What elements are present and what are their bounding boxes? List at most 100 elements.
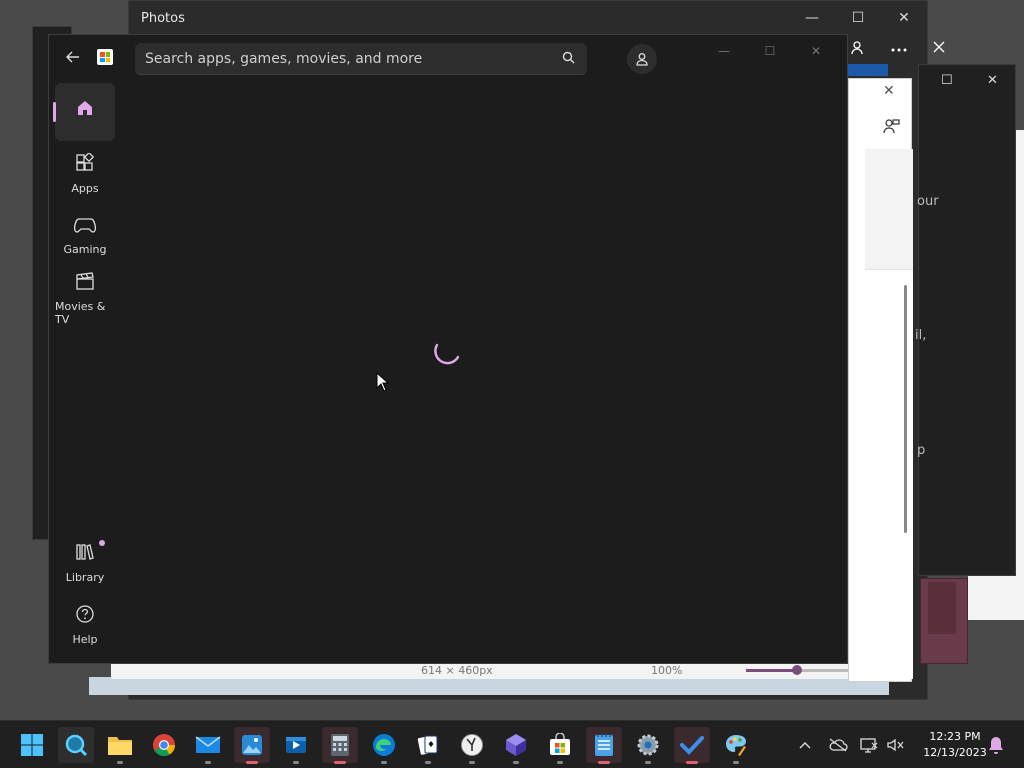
account-button[interactable] (627, 44, 657, 74)
maximize-icon[interactable]: ☐ (941, 73, 953, 88)
cards-icon (417, 735, 438, 755)
running-indicator (425, 761, 431, 764)
clock-time: 12:23 PM (929, 730, 981, 743)
zoom-level: 100% (651, 663, 683, 677)
running-indicator (293, 761, 299, 764)
taskbar-edge[interactable] (366, 727, 402, 764)
nav-movies[interactable]: Movies & TV (55, 269, 115, 327)
search-input[interactable]: Search apps, games, movies, and more (135, 43, 587, 75)
nav-movies-label: Movies & TV (55, 299, 106, 326)
search-icon[interactable] (562, 51, 575, 68)
taskbar-clock[interactable] (454, 727, 490, 764)
settings-icon[interactable] (883, 117, 901, 139)
person-icon[interactable] (850, 40, 866, 60)
running-indicator (513, 761, 519, 764)
nav-gaming[interactable]: Gaming (55, 207, 115, 265)
dialog-panel (865, 149, 913, 269)
running-indicator (246, 761, 258, 764)
running-indicator (598, 761, 610, 764)
taskbar-settings[interactable] (630, 727, 666, 764)
mail-icon (195, 736, 221, 753)
chrome-icon (153, 734, 175, 756)
photos-image-strip (89, 677, 889, 695)
scrollbar[interactable] (904, 285, 907, 533)
bell-icon (989, 737, 1003, 754)
gear-icon (637, 734, 659, 756)
minimize-button[interactable]: — (789, 1, 835, 35)
close-button[interactable]: ✕ (881, 1, 927, 35)
close-icon[interactable]: ✕ (987, 73, 998, 88)
home-icon (75, 98, 95, 123)
cloud-offline-icon (829, 738, 848, 752)
notepad-icon (595, 734, 613, 756)
cube-icon (506, 734, 526, 756)
search-icon (65, 734, 88, 757)
chevron-up-icon (799, 742, 811, 749)
taskbar-solitaire[interactable] (410, 727, 446, 764)
photos-icon (242, 735, 262, 755)
taskbar-search[interactable] (58, 727, 94, 763)
store-header: Search apps, games, movies, and more — ☐… (49, 35, 847, 83)
taskbar-todo[interactable] (674, 727, 710, 764)
person-icon (636, 53, 648, 66)
onedrive-button[interactable] (828, 721, 848, 768)
minimize-button[interactable]: — (701, 39, 747, 63)
image-dimensions: 614 × 460px (421, 663, 493, 677)
maximize-button[interactable]: ☐ (747, 39, 793, 63)
close-button[interactable]: ✕ (793, 39, 839, 63)
nav-apps[interactable]: Apps (55, 145, 115, 203)
more-icon[interactable] (890, 40, 908, 60)
update-badge (99, 540, 105, 546)
nav-help-label: Help (72, 633, 98, 646)
zoom-slider-knob[interactable] (792, 665, 802, 675)
running-indicator (117, 761, 123, 764)
desktop: Photos — ☐ ✕ 614 × 460px 100% + ☐ (0, 0, 1024, 720)
notifications-button[interactable] (988, 721, 1004, 768)
library-icon (75, 542, 95, 567)
store-logo-icon (97, 49, 113, 65)
back-button[interactable] (63, 47, 83, 67)
nav-home[interactable] (53, 83, 115, 141)
store-icon (550, 733, 570, 755)
running-indicator (334, 761, 346, 764)
network-icon (860, 738, 878, 753)
photos-window-controls: — ☐ ✕ (789, 1, 927, 35)
clock[interactable]: 12:23 PM 12/13/2023 (920, 729, 990, 761)
background-dialog[interactable]: ✕ (848, 78, 913, 682)
close-icon[interactable]: ✕ (883, 83, 895, 99)
close-icon[interactable] (932, 40, 946, 60)
show-hidden-icons-button[interactable] (798, 721, 812, 768)
nav-library-label: Library (65, 571, 105, 584)
volume-button[interactable] (886, 721, 904, 768)
windows-icon (21, 734, 43, 756)
check-icon (680, 736, 704, 755)
taskbar-file-explorer[interactable] (102, 727, 138, 764)
clock-date: 12/13/2023 (923, 746, 987, 759)
background-text-fragment: il, (915, 328, 927, 343)
maximize-button[interactable]: ☐ (835, 1, 881, 35)
taskbar-chrome[interactable] (146, 727, 182, 763)
nav-help[interactable]: Help (55, 596, 115, 654)
video-icon (286, 737, 306, 753)
network-button[interactable] (860, 721, 878, 768)
taskbar-3d-app[interactable] (498, 727, 534, 764)
taskbar-paint[interactable] (718, 727, 754, 764)
folder-icon (108, 737, 132, 755)
store-window[interactable]: Search apps, games, movies, and more — ☐… (48, 34, 848, 664)
taskbar-video-editor[interactable] (278, 727, 314, 764)
background-text-fragment: p (917, 443, 926, 458)
taskbar-store[interactable] (542, 727, 578, 764)
background-dark-window[interactable]: ☐ ✕ (918, 64, 1016, 576)
taskbar-mail[interactable] (190, 727, 226, 764)
running-indicator (557, 761, 563, 764)
mouse-cursor-icon (376, 372, 390, 392)
calculator-icon (331, 734, 349, 756)
start-button[interactable] (14, 727, 50, 763)
taskbar-notepad[interactable] (586, 727, 622, 764)
gamepad-icon (73, 216, 97, 239)
nav-library[interactable]: Library (55, 534, 115, 592)
arrow-left-icon (66, 51, 79, 63)
running-indicator (205, 761, 211, 764)
taskbar-photos[interactable] (234, 727, 270, 764)
taskbar-calculator[interactable] (322, 727, 358, 764)
